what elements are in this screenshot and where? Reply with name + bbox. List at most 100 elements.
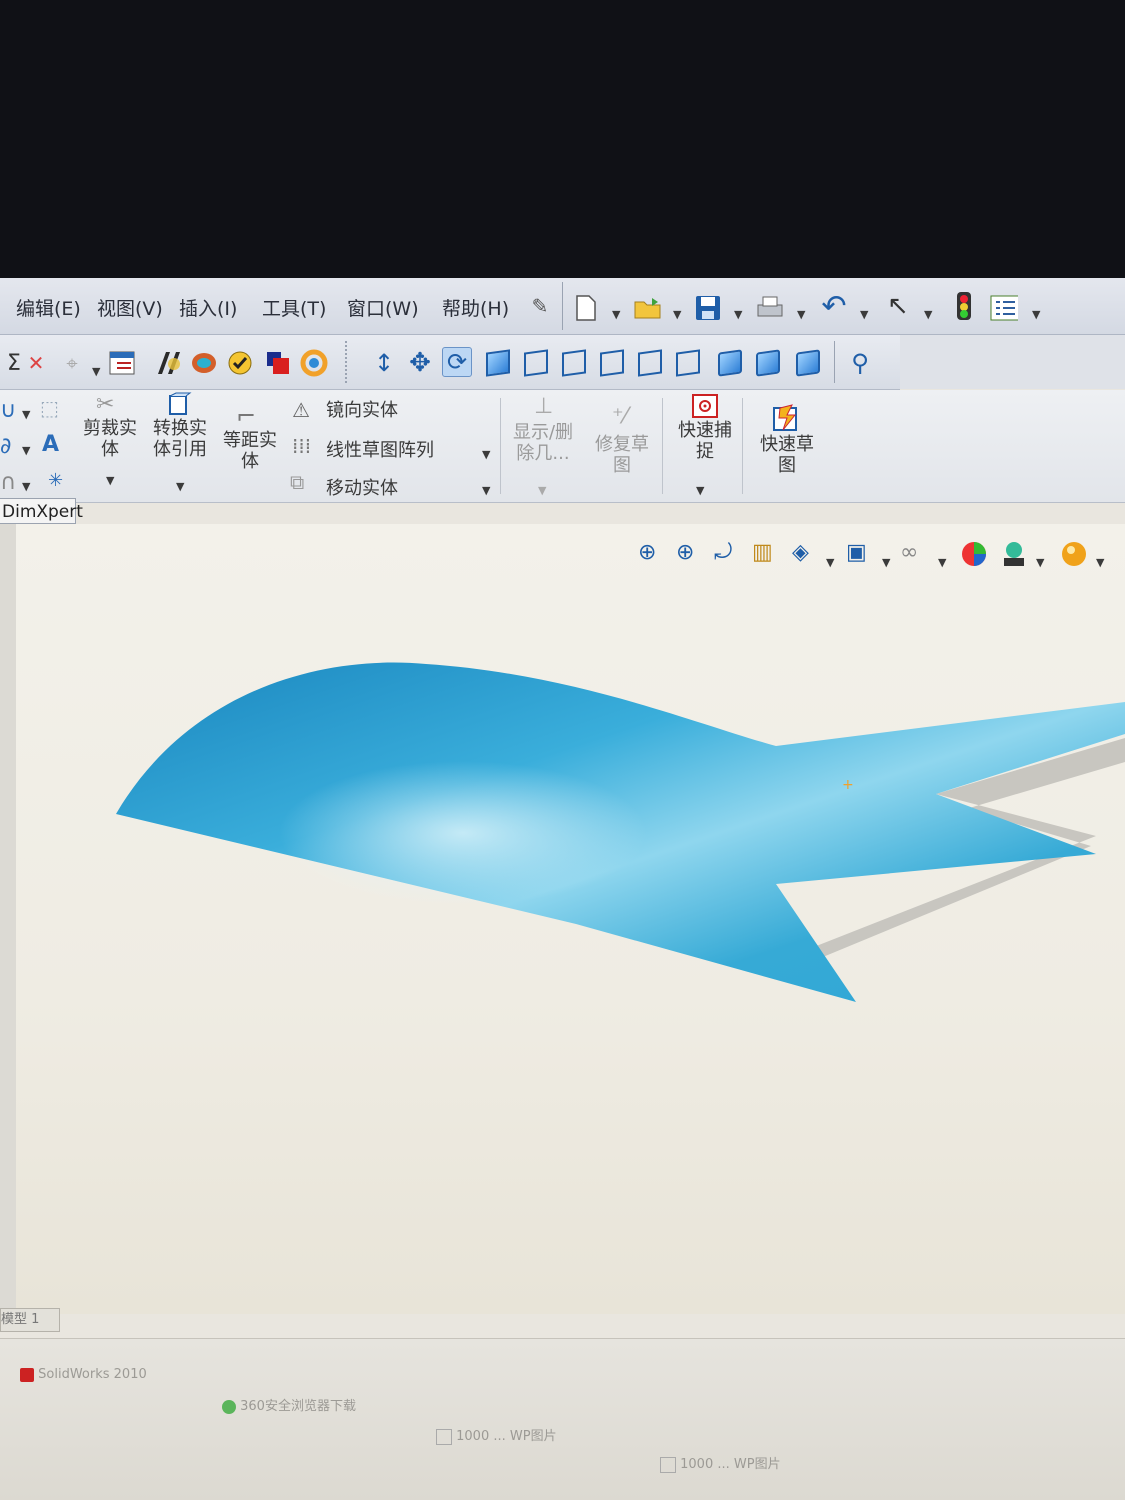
display-delete-relations-label[interactable]: 显示/删 除几... (508, 422, 578, 464)
menu-view[interactable]: 视图(V) (97, 294, 163, 321)
curvature-icon[interactable] (190, 349, 218, 377)
rectangle-icon[interactable]: ⬚ (40, 396, 59, 420)
tab-model[interactable]: 模型 1 (0, 1308, 60, 1332)
repair-sketch-label[interactable]: 修复草 图 (590, 434, 654, 476)
rapid-sketch-icon[interactable] (772, 404, 802, 438)
new-file-icon[interactable] (572, 294, 600, 322)
taskbar-item-image1[interactable]: 1000 ... WP图片 (436, 1425, 557, 1445)
chevron-down-icon[interactable]: ▼ (1036, 556, 1044, 569)
rotate-view-icon[interactable]: ⟳ (442, 347, 472, 377)
open-file-icon[interactable] (634, 294, 662, 322)
appearance-icon[interactable] (264, 349, 292, 377)
pan-icon[interactable]: ✥ (406, 348, 434, 378)
offset-entities-label[interactable]: 等距实 体 (220, 430, 280, 472)
display-style-icon[interactable]: ▣ (846, 540, 867, 565)
text-icon[interactable]: A (42, 432, 59, 457)
chevron-down-icon[interactable]: ▼ (696, 484, 704, 497)
zebra-stripes-icon[interactable] (156, 349, 184, 377)
apply-scene-icon[interactable] (1000, 540, 1028, 574)
zoom-to-fit-icon[interactable]: ⊕ (638, 540, 656, 565)
chevron-down-icon[interactable]: ▼ (106, 474, 114, 487)
taskbar-item-browser[interactable]: 360安全浏览器下载 (222, 1395, 356, 1414)
move-entities-icon[interactable]: ⧉ (290, 470, 304, 494)
view-right-icon[interactable] (600, 349, 624, 377)
pan-vertical-icon[interactable]: ↕ (370, 349, 398, 377)
trim-entities-icon[interactable]: ✂ (96, 392, 114, 417)
check-icon[interactable] (226, 349, 254, 377)
view-bottom-icon[interactable] (676, 349, 700, 377)
view-back-icon[interactable] (524, 349, 548, 377)
move-entities-label[interactable]: 移动实体 (326, 478, 398, 499)
point-icon[interactable]: ✳ (48, 470, 63, 491)
chevron-down-icon[interactable]: ▼ (826, 556, 834, 569)
options-icon[interactable] (990, 294, 1018, 322)
render-icon[interactable] (300, 349, 328, 377)
taskbar-item-image2[interactable]: 1000 ... WP图片 (660, 1453, 781, 1473)
view-dimetric-icon[interactable] (796, 349, 820, 377)
hide-show-icon[interactable]: ∞ (900, 540, 918, 565)
table-icon[interactable] (108, 349, 136, 377)
normal-to-icon[interactable]: ⚲ (846, 349, 874, 377)
view-top-icon[interactable] (638, 349, 662, 377)
view-front-icon[interactable] (486, 349, 510, 377)
section-view-icon[interactable]: ▥ (752, 540, 773, 565)
chevron-down-icon[interactable]: ▼ (538, 484, 546, 497)
graphics-area[interactable]: + (16, 524, 1125, 1495)
chevron-down-icon[interactable]: ▼ (482, 484, 490, 497)
chevron-down-icon[interactable]: ▼ (482, 448, 490, 461)
convert-entities-label[interactable]: 转换实 体引用 (148, 418, 212, 460)
menu-edit[interactable]: 编辑(E) (16, 294, 81, 321)
view-settings-icon[interactable] (1060, 540, 1088, 574)
chevron-down-icon[interactable]: ▼ (92, 365, 100, 378)
linear-pattern-icon[interactable]: ⁞⁞⁞ (292, 434, 311, 458)
menu-help[interactable]: 帮助(H) (442, 294, 509, 321)
pin-icon[interactable]: ✎ (526, 292, 554, 320)
rebuild-icon[interactable] (950, 292, 978, 320)
view-isometric-icon[interactable] (718, 349, 742, 377)
quick-snaps-label[interactable]: 快速捕 捉 (672, 420, 738, 462)
select-icon[interactable]: ↖ (884, 291, 912, 321)
view-left-icon[interactable] (562, 349, 586, 377)
undo-icon[interactable]: ↶ (820, 289, 848, 324)
tab-dimxpert[interactable]: DimXpert (0, 498, 83, 524)
chevron-down-icon[interactable]: ▼ (734, 308, 742, 321)
menu-insert[interactable]: 插入(I) (179, 294, 237, 321)
zoom-area-icon[interactable]: ⊕ (676, 540, 694, 565)
chevron-down-icon[interactable]: ▼ (938, 556, 946, 569)
chevron-down-icon[interactable]: ▼ (924, 308, 932, 321)
chevron-down-icon[interactable]: ▼ (673, 308, 681, 321)
mirror-entities-icon[interactable]: ⚠ (292, 398, 310, 422)
chevron-down-icon[interactable]: ▼ (22, 408, 30, 421)
chevron-down-icon[interactable]: ▼ (797, 308, 805, 321)
menu-window[interactable]: 窗口(W) (347, 294, 419, 321)
mirror-entities-label[interactable]: 镜向实体 (326, 400, 398, 421)
chevron-down-icon[interactable]: ▼ (1096, 556, 1104, 569)
display-delete-relations-icon[interactable]: ⊥ (534, 394, 553, 419)
view-orientation-icon[interactable]: ◈ (792, 540, 809, 565)
chevron-down-icon[interactable]: ▼ (1032, 308, 1040, 321)
chevron-down-icon[interactable]: ▼ (22, 480, 30, 493)
feature-manager-panel[interactable] (0, 524, 17, 1314)
menu-tools[interactable]: 工具(T) (262, 294, 326, 321)
line-icon[interactable]: ∪ (0, 398, 16, 423)
chevron-down-icon[interactable]: ▼ (176, 480, 184, 493)
rapid-sketch-label[interactable]: 快速草 图 (752, 434, 822, 476)
chevron-down-icon[interactable]: ▼ (612, 308, 620, 321)
surface-model[interactable]: + (16, 524, 1125, 1314)
offset-entities-icon[interactable]: ⌐ (236, 402, 256, 430)
previous-view-icon[interactable]: ⤾ (714, 540, 732, 565)
linear-pattern-label[interactable]: 线性草图阵列 (326, 440, 434, 461)
chevron-down-icon[interactable]: ▼ (882, 556, 890, 569)
edit-appearance-icon[interactable] (960, 540, 988, 574)
chevron-down-icon[interactable]: ▼ (860, 308, 868, 321)
save-icon[interactable] (694, 294, 722, 322)
taskbar-item-solidworks[interactable]: SolidWorks 2010 (20, 1367, 147, 1382)
chevron-down-icon[interactable]: ▼ (22, 444, 30, 457)
print-icon[interactable] (756, 294, 784, 322)
sketch-relations-icon[interactable]: ✕ (22, 349, 50, 377)
trim-entities-label[interactable]: 剪裁实 体 (80, 418, 140, 460)
smart-dimension-icon[interactable]: ⌖ (58, 349, 86, 377)
repair-sketch-icon[interactable]: ⁺⁄ (612, 404, 627, 429)
arc-icon[interactable]: ∩ (0, 470, 16, 495)
spline-icon[interactable]: ∂ (0, 434, 11, 459)
